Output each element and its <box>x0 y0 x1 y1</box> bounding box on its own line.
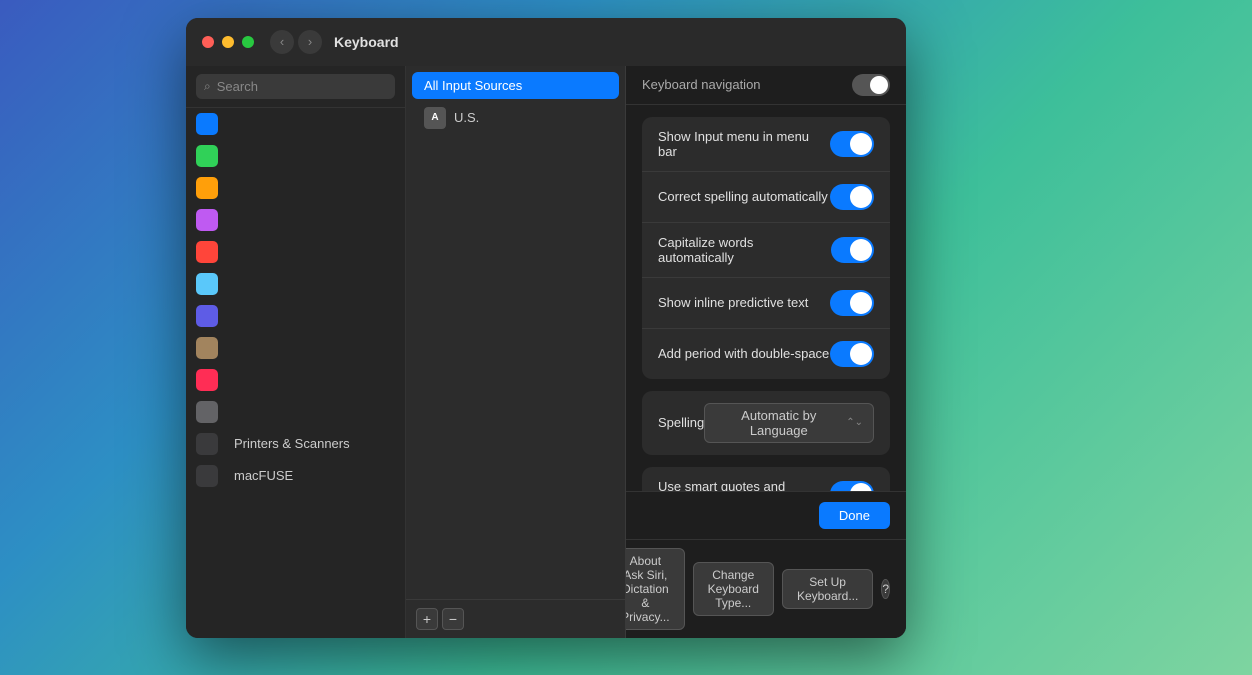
input-sources-panel: All Input Sources A U.S. + − <box>406 66 626 638</box>
search-bar-container: ⌕ <box>186 66 405 108</box>
remove-input-source-button[interactable]: − <box>442 608 464 630</box>
spelling-select[interactable]: Automatic by Language ⌃⌄ <box>704 403 874 443</box>
correct-spelling-label: Correct spelling automatically <box>658 189 828 204</box>
window-title: Keyboard <box>334 34 399 50</box>
capitalize-words-toggle[interactable] <box>831 237 874 263</box>
sidebar-icon-teal <box>196 273 218 295</box>
sidebar-item-7[interactable] <box>186 300 405 332</box>
show-input-menu-toggle[interactable] <box>830 131 874 157</box>
keyboard-window: ‹ › Keyboard ⌕ <box>186 18 906 638</box>
printers-label: Printers & Scanners <box>234 436 350 451</box>
change-keyboard-button[interactable]: Change Keyboard Type... <box>693 562 774 616</box>
all-input-sources-item[interactable]: All Input Sources <box>412 72 619 99</box>
setup-keyboard-button[interactable]: Set Up Keyboard... <box>782 569 873 609</box>
sidebar-item-8[interactable] <box>186 332 405 364</box>
text-settings-group: Show Input menu in menu bar Correct spel… <box>642 117 890 379</box>
sidebar-item-macfuse[interactable]: macFUSE <box>186 460 405 492</box>
us-input-item[interactable]: A U.S. <box>412 101 619 135</box>
capitalize-words-row: Capitalize words automatically <box>642 223 890 278</box>
settings-scroll: Show Input menu in menu bar Correct spel… <box>626 105 906 491</box>
sidebar: ⌕ <box>186 66 406 638</box>
show-input-menu-label: Show Input menu in menu bar <box>658 129 830 159</box>
sidebar-icon-red <box>196 241 218 263</box>
sidebar-item-6[interactable] <box>186 268 405 300</box>
smart-quotes-row: Use smart quotes and dashes <box>642 467 890 491</box>
spelling-label: Spelling <box>658 415 704 430</box>
nav-forward-button[interactable]: › <box>298 30 322 54</box>
search-wrapper: ⌕ <box>196 74 395 99</box>
sidebar-icon-printers <box>196 433 218 455</box>
correct-spelling-row: Correct spelling automatically <box>642 172 890 223</box>
correct-spelling-toggle[interactable] <box>830 184 874 210</box>
sidebar-item-5[interactable] <box>186 236 405 268</box>
sidebar-item-1[interactable] <box>186 108 405 140</box>
sidebar-item-3[interactable] <box>186 172 405 204</box>
show-inline-predictive-row: Show inline predictive text <box>642 278 890 329</box>
sidebar-icon-brown <box>196 337 218 359</box>
keyboard-nav-toggle[interactable] <box>852 74 890 96</box>
spelling-group: Spelling Automatic by Language ⌃⌄ <box>642 391 890 455</box>
sidebar-icon-purple <box>196 209 218 231</box>
sidebar-icon-pink <box>196 369 218 391</box>
bottom-actions: About Ask Siri, Dictation & Privacy... C… <box>626 539 906 638</box>
traffic-lights <box>202 36 254 48</box>
sidebar-item-printers[interactable]: Printers & Scanners <box>186 428 405 460</box>
sidebar-item-9[interactable] <box>186 364 405 396</box>
sidebar-item-4[interactable] <box>186 204 405 236</box>
panel-footer: + − <box>406 599 625 638</box>
sidebar-icon-gray <box>196 401 218 423</box>
keyboard-nav-label: Keyboard navigation <box>642 77 761 92</box>
keyboard-nav-bar: Keyboard navigation <box>626 66 906 105</box>
show-inline-predictive-toggle[interactable] <box>830 290 874 316</box>
capitalize-words-label: Capitalize words automatically <box>658 235 831 265</box>
us-label: U.S. <box>454 110 479 125</box>
spelling-chevron-icon: ⌃⌄ <box>846 417 863 428</box>
us-badge: A <box>424 107 446 129</box>
macfuse-label: macFUSE <box>234 468 293 483</box>
add-period-row: Add period with double-space <box>642 329 890 379</box>
sidebar-icon-indigo <box>196 305 218 327</box>
add-period-toggle[interactable] <box>830 341 874 367</box>
search-input[interactable] <box>217 79 387 94</box>
sidebar-icon-macfuse <box>196 465 218 487</box>
minimize-button[interactable] <box>222 36 234 48</box>
search-icon: ⌕ <box>204 79 211 94</box>
spelling-row: Spelling Automatic by Language ⌃⌄ <box>642 391 890 455</box>
smart-quotes-label: Use smart quotes and dashes <box>658 479 830 491</box>
main-settings: Keyboard navigation Show Input menu in m… <box>626 66 906 638</box>
content-area: ⌕ <box>186 66 906 638</box>
about-siri-button[interactable]: About Ask Siri, Dictation & Privacy... <box>626 548 685 630</box>
add-input-source-button[interactable]: + <box>416 608 438 630</box>
show-input-menu-row: Show Input menu in menu bar <box>642 117 890 172</box>
show-inline-predictive-label: Show inline predictive text <box>658 295 808 310</box>
sidebar-scroll: Printers & Scanners macFUSE <box>186 108 405 638</box>
nav-buttons: ‹ › <box>270 30 322 54</box>
input-panel-items: All Input Sources A U.S. <box>406 66 625 599</box>
quotes-group: Use smart quotes and dashes For double q… <box>642 467 890 491</box>
all-input-sources-label: All Input Sources <box>424 78 522 93</box>
sidebar-item-10[interactable] <box>186 396 405 428</box>
sidebar-icon-orange <box>196 177 218 199</box>
sidebar-item-2[interactable] <box>186 140 405 172</box>
maximize-button[interactable] <box>242 36 254 48</box>
sidebar-icon-blue <box>196 113 218 135</box>
smart-quotes-toggle[interactable] <box>830 481 874 491</box>
spelling-select-value: Automatic by Language <box>715 408 842 438</box>
done-button[interactable]: Done <box>819 502 890 529</box>
sidebar-icon-green <box>196 145 218 167</box>
add-period-label: Add period with double-space <box>658 346 829 361</box>
nav-back-button[interactable]: ‹ <box>270 30 294 54</box>
close-button[interactable] <box>202 36 214 48</box>
help-button[interactable]: ? <box>881 579 890 599</box>
title-bar: ‹ › Keyboard <box>186 18 906 66</box>
bottom-bar: Done <box>626 491 906 539</box>
